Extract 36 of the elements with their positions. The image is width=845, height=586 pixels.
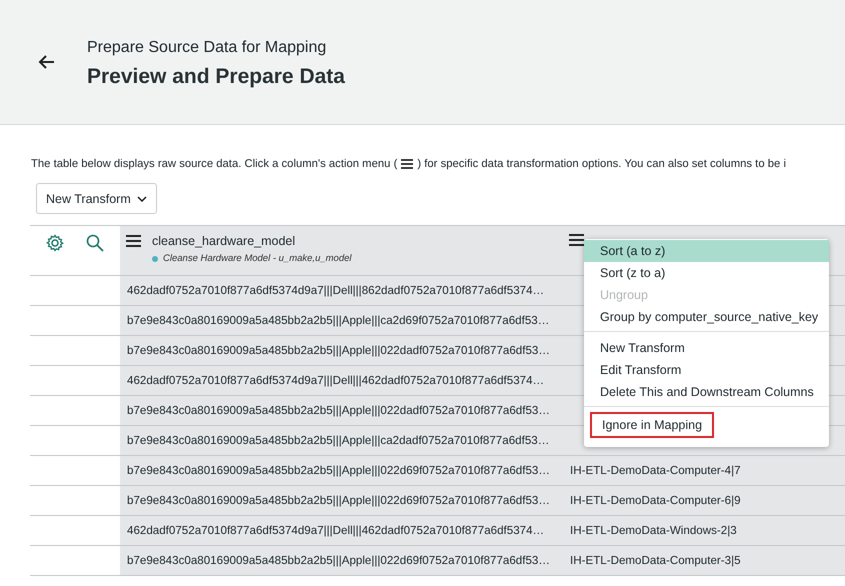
menu-item[interactable]: Sort (z to a) <box>584 262 829 284</box>
menu-item[interactable]: Delete This and Downstream Columns <box>584 381 829 403</box>
table-cell: b7e9e843c0a80169009a5a485bb2a2b5|||Apple|||022d69f0752a7010f877a6df53… <box>120 486 563 515</box>
menu-item[interactable]: Sort (a to z) <box>584 240 829 262</box>
table-cell: b7e9e843c0a80169009a5a485bb2a2b5|||Apple|||ca2d69f0752a7010f877a6df53… <box>120 306 563 335</box>
table-cell: b7e9e843c0a80169009a5a485bb2a2b5|||Apple|||022dadf0752a7010f877a6df53… <box>120 336 563 365</box>
menu-icon <box>401 159 414 169</box>
menu-item[interactable]: Edit Transform <box>584 359 829 381</box>
back-arrow-icon <box>38 55 55 69</box>
back-button[interactable] <box>38 55 55 69</box>
transform-label: Cleanse Hardware Model - u_make,u_model <box>163 253 352 264</box>
menu-item[interactable]: New Transform <box>584 337 829 359</box>
table-cell: 462dadf0752a7010f877a6df5374d9a7|||Dell|||862dadf0752a7010f877a6df5374… <box>120 276 563 305</box>
table-cell: b7e9e843c0a80169009a5a485bb2a2b5|||Apple|||ca2dadf0752a7010f877a6df53… <box>120 426 563 455</box>
search-icon[interactable] <box>86 234 104 252</box>
page-subtitle: Prepare Source Data for Mapping <box>87 39 328 57</box>
table-cell: IH-ETL-DemoData-Computer-3|5 <box>563 546 845 575</box>
column-header: cleanse_hardware_model <box>152 234 296 248</box>
table-cell: b7e9e843c0a80169009a5a485bb2a2b5|||Apple|||022d69f0752a7010f877a6df53… <box>120 456 563 485</box>
menu-icon[interactable] <box>126 235 141 247</box>
table-cell: b7e9e843c0a80169009a5a485bb2a2b5|||Apple|||022d69f0752a7010f877a6df53… <box>120 546 563 575</box>
table-cell: 462dadf0752a7010f877a6df5374d9a7|||Dell|||462dadf0752a7010f877a6df5374… <box>120 516 563 545</box>
table-cell: IH-ETL-DemoData-Windows-2|3 <box>563 516 845 545</box>
page-title: Preview and Prepare Data <box>87 65 345 89</box>
description-text: The table below displays raw source data. Click a column's action menu ( <box>31 158 398 170</box>
chevron-down-icon <box>136 196 147 202</box>
table-cell: b7e9e843c0a80169009a5a485bb2a2b5|||Apple|||022dadf0752a7010f877a6df53… <box>120 396 563 425</box>
menu-item[interactable]: Ignore in Mapping <box>590 412 714 438</box>
table-cell: IH-ETL-DemoData-Computer-6|9 <box>563 486 845 515</box>
menu-icon[interactable] <box>569 234 584 246</box>
description-text: ) for specific data transformation options. You can also set columns to be i <box>417 158 786 170</box>
settings-icon[interactable] <box>46 234 64 252</box>
table-cell: IH-ETL-DemoData-Computer-4|7 <box>563 456 845 485</box>
menu-item[interactable]: Group by computer_source_native_key <box>584 306 829 328</box>
table-cell: 462dadf0752a7010f877a6df5374d9a7|||Dell|||462dadf0752a7010f877a6df5374… <box>120 366 563 395</box>
new-transform-dropdown[interactable]: New Transform <box>36 183 157 214</box>
